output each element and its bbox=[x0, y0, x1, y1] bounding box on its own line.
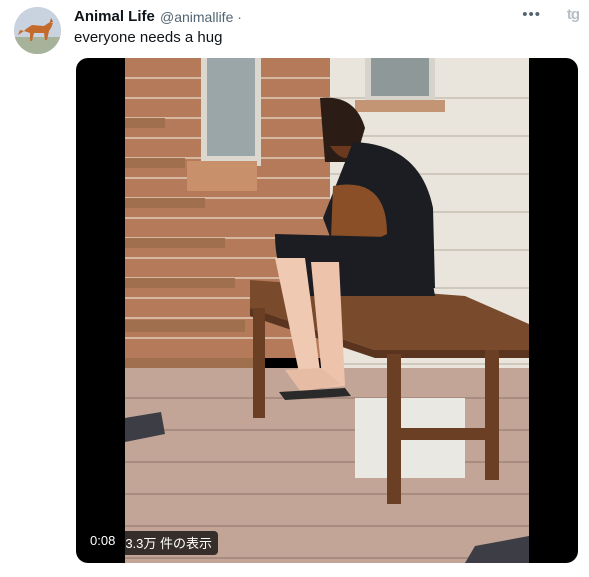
author-name[interactable]: Animal Life bbox=[74, 8, 155, 25]
video-frame bbox=[125, 58, 529, 563]
fox-avatar-image bbox=[14, 7, 61, 54]
tweet-header: Animal Life @animallife · ••• tg bbox=[74, 6, 580, 28]
more-horizontal-icon[interactable]: ••• bbox=[522, 6, 541, 23]
handle-separator: · bbox=[237, 9, 242, 25]
view-count: 3.3万 件の表示 bbox=[125, 536, 212, 551]
video-player[interactable]: 0:08 3.3万 件の表示 bbox=[76, 58, 578, 563]
video-duration: 0:08 bbox=[90, 533, 116, 548]
tweet-text: everyone needs a hug bbox=[74, 29, 223, 46]
author-handle-text: @animallife bbox=[160, 9, 234, 25]
avatar[interactable] bbox=[14, 7, 61, 54]
video-info-badge: 0:08 3.3万 件の表示 bbox=[84, 531, 218, 555]
brand-logo: tg bbox=[566, 6, 580, 23]
author-handle[interactable]: @animallife · bbox=[160, 9, 242, 25]
